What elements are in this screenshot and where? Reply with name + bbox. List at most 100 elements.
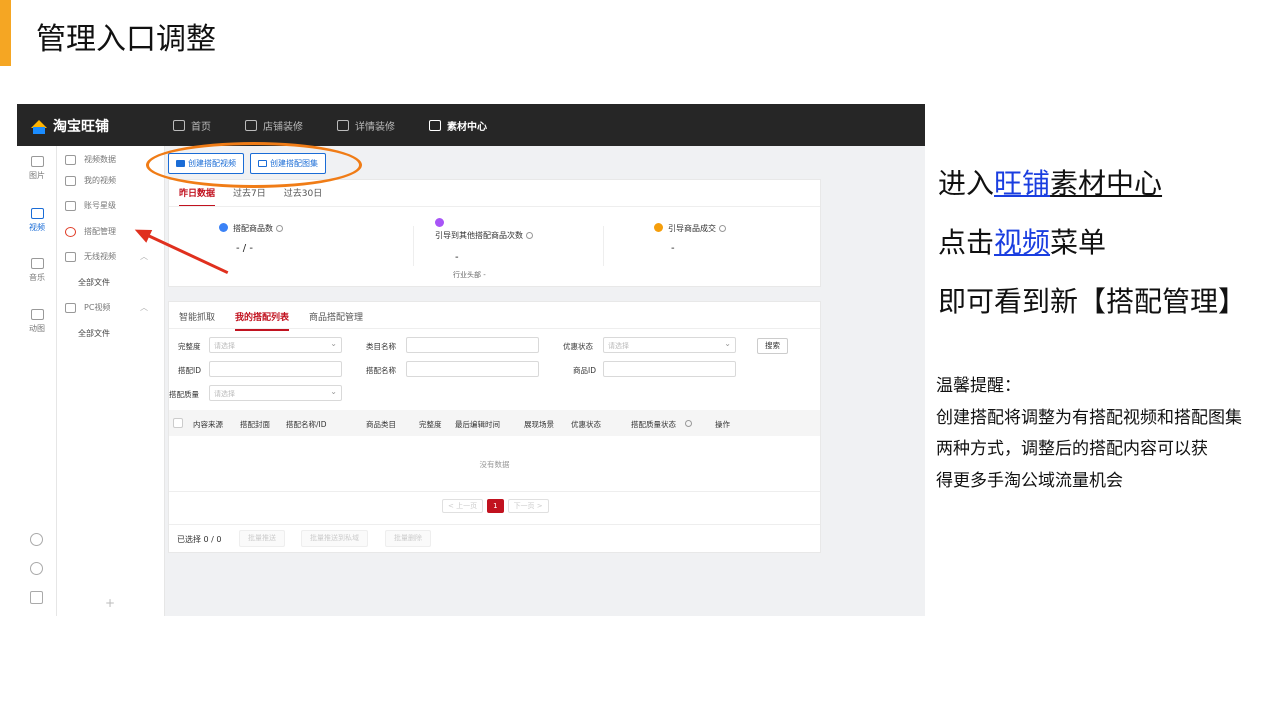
list-icon xyxy=(65,175,76,186)
sidebar-item-label: 无线视频 xyxy=(84,252,116,261)
app-logo[interactable]: 淘宝旺铺 xyxy=(31,116,109,136)
right-blank-pane xyxy=(821,146,925,616)
tab-30-days[interactable]: 过去30日 xyxy=(284,186,322,207)
match-icon xyxy=(65,226,76,237)
select-placeholder: 请选择 xyxy=(214,342,235,350)
sidebar-item-match-management[interactable]: 搭配管理 xyxy=(65,226,116,237)
tab-yesterday[interactable]: 昨日数据 xyxy=(179,186,216,207)
monitor-icon xyxy=(65,302,76,313)
product-icon xyxy=(219,223,228,232)
tab-7-days[interactable]: 过去7日 xyxy=(233,186,266,207)
add-icon[interactable]: + xyxy=(105,596,115,610)
rail-item-gif[interactable]: 动图 xyxy=(17,309,57,334)
promo-status-select[interactable]: 请选择 ⌄ xyxy=(603,337,736,353)
nav-detail-decor[interactable]: 详情装修 xyxy=(337,118,395,133)
sidebar-subitem-all-files[interactable]: 全部文件 xyxy=(78,277,110,288)
sidebar-item-label: 账号星级 xyxy=(84,201,116,210)
pagination: < 上一页 1 下一页 > xyxy=(442,499,549,513)
main-content: 创建搭配视频 创建搭配图集 昨日数据 过去7日 过去30日 搭配商品数 - / … xyxy=(168,146,821,616)
sidebar-item-pc-video[interactable]: PC视频 xyxy=(65,302,110,313)
match-name-input[interactable] xyxy=(406,361,539,377)
page-number[interactable]: 1 xyxy=(487,499,504,513)
star-icon xyxy=(65,200,76,211)
sidebar-subitem-all-files[interactable]: 全部文件 xyxy=(78,328,110,339)
next-page-button[interactable]: 下一页 > xyxy=(507,499,549,513)
edit-icon[interactable] xyxy=(30,591,43,604)
column-header: 搭配封面 xyxy=(240,420,270,429)
note-link[interactable]: 旺铺 xyxy=(994,167,1050,200)
rail-item-video[interactable]: 视频 xyxy=(17,208,57,233)
bag-icon xyxy=(654,223,663,232)
stat-value: - xyxy=(455,252,459,263)
question-icon[interactable] xyxy=(719,225,726,232)
column-header: 完整度 xyxy=(419,420,442,429)
stat-guide-other: 引导到其他搭配商品次数 xyxy=(435,218,533,241)
rail-item-image[interactable]: 图片 xyxy=(17,156,57,181)
category-name-input[interactable] xyxy=(406,337,539,353)
product-id-label: 商品ID xyxy=(573,366,596,375)
select-all-checkbox[interactable] xyxy=(173,418,183,428)
empty-state: 没有数据 xyxy=(479,460,510,469)
product-id-input[interactable] xyxy=(603,361,736,377)
note-text: 菜单 xyxy=(1050,226,1107,259)
gif-icon xyxy=(30,309,44,320)
question-icon[interactable] xyxy=(526,232,533,239)
select-placeholder: 请选择 xyxy=(214,390,235,398)
chevron-down-icon: ⌄ xyxy=(330,339,337,348)
chevron-up-icon[interactable]: ︿ xyxy=(140,302,148,313)
chart-icon xyxy=(65,154,76,165)
sidebar-item-wireless-video[interactable]: 无线视频 xyxy=(65,251,116,262)
stat-guide-deal: 引导商品成交 xyxy=(654,223,726,234)
match-quality-select[interactable]: 请选择 ⌄ xyxy=(209,385,342,401)
rail-label: 音乐 xyxy=(29,273,45,282)
stats-card: 昨日数据 过去7日 过去30日 搭配商品数 - / - 引导到其他搭配商品次数 … xyxy=(168,179,821,287)
divider xyxy=(603,226,604,266)
home-icon xyxy=(173,119,185,131)
divider xyxy=(169,328,820,329)
bulk-push-button[interactable]: 批量推送 xyxy=(239,530,285,547)
bulk-delete-button[interactable]: 批量删除 xyxy=(385,530,431,547)
rail-label: 动图 xyxy=(29,324,45,333)
nav-store-decor[interactable]: 店铺装修 xyxy=(245,118,303,133)
nav-home[interactable]: 首页 xyxy=(173,118,211,133)
bulk-push-private-button[interactable]: 批量推送到私域 xyxy=(301,530,368,547)
sidebar-item-my-videos[interactable]: 我的视频 xyxy=(65,175,116,186)
stat-value: - xyxy=(671,243,675,254)
match-id-input[interactable] xyxy=(209,361,342,377)
image-icon xyxy=(30,156,44,167)
search-button[interactable]: 搜索 xyxy=(757,338,788,354)
headset-icon[interactable] xyxy=(30,562,43,575)
icon-rail: 图片 视频 音乐 动图 xyxy=(17,146,57,616)
app-screenshot: 淘宝旺铺 首页 店铺装修 详情装修 素材中心 图片 视频 音乐 动图 视频数据 … xyxy=(17,104,925,616)
rail-item-music[interactable]: 音乐 xyxy=(17,258,57,283)
help-icon[interactable] xyxy=(30,533,43,546)
chevron-up-icon[interactable]: ︿ xyxy=(140,251,148,262)
note-line-3: 即可看到新【搭配管理】 xyxy=(938,285,1247,318)
question-icon[interactable] xyxy=(276,225,283,232)
slide-title: 管理入口调整 xyxy=(36,22,216,57)
selected-count: 已选择 0 / 0 xyxy=(177,535,222,544)
divider xyxy=(169,491,820,492)
match-id-label: 搭配ID xyxy=(178,366,201,375)
stat-label: 引导到其他搭配商品次数 xyxy=(435,231,523,240)
note-text: 点击 xyxy=(938,226,995,259)
music-icon xyxy=(30,258,44,269)
question-icon[interactable] xyxy=(685,420,692,427)
mobile-icon xyxy=(65,251,76,262)
category-name-label: 类目名称 xyxy=(366,342,396,351)
completeness-select[interactable]: 请选择 ⌄ xyxy=(209,337,342,353)
stat-value: - / - xyxy=(236,243,253,254)
logo-text: 淘宝旺铺 xyxy=(53,119,109,135)
sidebar-item-video-data[interactable]: 视频数据 xyxy=(65,154,116,165)
note-link[interactable]: 视频 xyxy=(994,226,1050,259)
divider xyxy=(413,226,414,266)
chevron-down-icon: ⌄ xyxy=(724,339,731,348)
prev-page-button[interactable]: < 上一页 xyxy=(442,499,484,513)
sidebar-item-account-stars[interactable]: 账号星级 xyxy=(65,200,116,211)
nav-material-center[interactable]: 素材中心 xyxy=(429,118,487,133)
nav-store-label: 店铺装修 xyxy=(263,121,303,133)
users-icon xyxy=(435,218,444,227)
nav-detail-label: 详情装修 xyxy=(355,121,395,133)
stat-label: 搭配商品数 xyxy=(233,224,273,233)
rail-label: 图片 xyxy=(29,171,45,180)
